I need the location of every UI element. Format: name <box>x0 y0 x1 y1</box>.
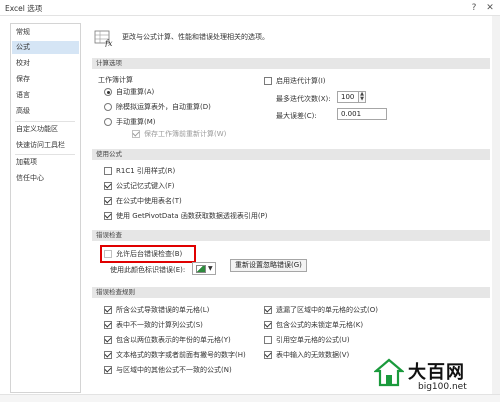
rule-inconsistent-column-checkbox[interactable] <box>104 321 112 329</box>
formula-fx-icon: fx <box>94 30 113 47</box>
rule-empty-cells-label: 引用空单元格的公式(U) <box>276 336 350 344</box>
radio-automatic[interactable] <box>104 88 112 96</box>
sidebar-item-advanced[interactable]: 高级 <box>12 105 79 118</box>
rule-inconsistent-formula-checkbox[interactable] <box>104 366 112 374</box>
error-color-picker[interactable]: ▼ <box>192 262 216 275</box>
rule-empty-cells-checkbox[interactable] <box>264 336 272 344</box>
max-iterations-input[interactable]: 100 <box>337 91 359 103</box>
help-button[interactable]: ? <box>466 2 482 14</box>
rule-inconsistent-column-label: 表中不一致的计算列公式(S) <box>116 321 203 329</box>
rule-unlocked-cells-checkbox[interactable] <box>264 321 272 329</box>
section-error-checking: 错误检查 <box>92 230 490 241</box>
options-nav: 常规 公式 校对 保存 语言 高级 自定义功能区 快速访问工具栏 加载项 信任中… <box>10 23 81 393</box>
sidebar-item-quick-access-toolbar[interactable]: 快速访问工具栏 <box>12 139 79 152</box>
table-names-label: 在公式中使用表名(T) <box>116 197 182 205</box>
window-title: Excel 选项 <box>5 4 43 13</box>
rule-invalid-table-data-label: 表中输入的无效数据(V) <box>276 351 350 359</box>
radio-manual[interactable] <box>104 118 112 126</box>
radio-automatic-except-label: 除模拟运算表外，自动重算(D) <box>116 103 211 111</box>
title-bar: Excel 选项 ? ✕ <box>0 0 500 16</box>
rule-numbers-as-text-checkbox[interactable] <box>104 351 112 359</box>
max-iterations-spinner[interactable]: ▲ ▼ <box>359 91 366 103</box>
recalc-before-save-checkbox[interactable] <box>132 130 140 138</box>
sidebar-item-general[interactable]: 常规 <box>12 26 79 39</box>
sidebar-item-formulas[interactable]: 公式 <box>12 41 79 54</box>
enable-iterative-label: 启用迭代计算(I) <box>276 77 326 85</box>
watermark-url: big100.net <box>418 382 467 392</box>
section-calculation-options: 计算选项 <box>92 58 490 69</box>
recalc-before-save-label: 保存工作簿前重新计算(W) <box>144 130 227 138</box>
section-error-checking-rules: 错误检查规则 <box>92 287 490 298</box>
vertical-scrollbar[interactable] <box>492 16 500 394</box>
rule-omit-cells-checkbox[interactable] <box>264 306 272 314</box>
rule-two-digit-years-checkbox[interactable] <box>104 336 112 344</box>
sidebar-item-trust-center[interactable]: 信任中心 <box>12 172 79 185</box>
rule-error-formulas-label: 所含公式导致错误的单元格(L) <box>116 306 210 314</box>
enable-iterative-checkbox[interactable] <box>264 77 272 85</box>
section-working-with-formulas: 使用公式 <box>92 149 490 160</box>
sidebar-item-add-ins[interactable]: 加载项 <box>12 156 79 169</box>
getpivotdata-label: 使用 GetPivotData 函数获取数据透视表引用(P) <box>116 212 268 220</box>
max-iterations-label: 最多迭代次数(X): <box>276 95 331 103</box>
svg-text:fx: fx <box>104 39 113 47</box>
rule-unlocked-cells-label: 包含公式的未锁定单元格(K) <box>276 321 364 329</box>
radio-automatic-label: 自动重算(A) <box>116 88 155 96</box>
sidebar-item-language[interactable]: 语言 <box>12 89 79 102</box>
table-names-checkbox[interactable] <box>104 197 112 205</box>
formula-autocomplete-checkbox[interactable] <box>104 182 112 190</box>
r1c1-checkbox[interactable] <box>104 167 112 175</box>
r1c1-label: R1C1 引用样式(R) <box>116 167 176 175</box>
radio-manual-label: 手动重算(M) <box>116 118 156 126</box>
rule-invalid-table-data-checkbox[interactable] <box>264 351 272 359</box>
error-indicator-color-label: 使用此颜色标识错误(E): <box>110 266 186 274</box>
close-button[interactable]: ✕ <box>482 2 498 14</box>
options-content: fx 更改与公式计算、性能和错误处理相关的选项。 计算选项 工作簿计算 自动重算… <box>86 23 490 393</box>
sidebar-item-proofing[interactable]: 校对 <box>12 57 79 70</box>
radio-automatic-except-tables[interactable] <box>104 103 112 111</box>
sidebar-item-customize-ribbon[interactable]: 自定义功能区 <box>12 123 79 136</box>
reset-ignored-errors-button[interactable]: 重新设置忽略错误(G) <box>230 259 307 272</box>
rule-two-digit-years-label: 包含以两位数表示的年份的单元格(Y) <box>116 336 231 344</box>
color-swatch-icon <box>196 265 206 273</box>
chevron-down-icon: ▼ <box>208 265 213 272</box>
page-description: 更改与公式计算、性能和错误处理相关的选项。 <box>122 33 269 41</box>
house-logo-icon <box>374 358 404 387</box>
watermark-brand: 大百网 <box>408 362 465 383</box>
rule-numbers-as-text-label: 文本格式的数字或者前面有撇号的数字(H) <box>116 351 246 359</box>
workbook-calc-label: 工作簿计算 <box>98 76 133 84</box>
max-change-label: 最大误差(C): <box>276 112 317 120</box>
rule-error-formulas-checkbox[interactable] <box>104 306 112 314</box>
sidebar-item-save[interactable]: 保存 <box>12 73 79 86</box>
sidebar-divider <box>15 121 75 122</box>
highlight-box <box>100 245 196 263</box>
watermark: 大百网 big100.net <box>374 356 498 400</box>
max-change-input[interactable]: 0.001 <box>337 108 387 120</box>
rule-omit-cells-label: 遗漏了区域中的单元格的公式(O) <box>276 306 378 314</box>
sidebar-divider-2 <box>15 154 75 155</box>
formula-autocomplete-label: 公式记忆式键入(F) <box>116 182 175 190</box>
rule-inconsistent-formula-label: 与区域中的其他公式不一致的公式(N) <box>116 366 232 374</box>
getpivotdata-checkbox[interactable] <box>104 212 112 220</box>
